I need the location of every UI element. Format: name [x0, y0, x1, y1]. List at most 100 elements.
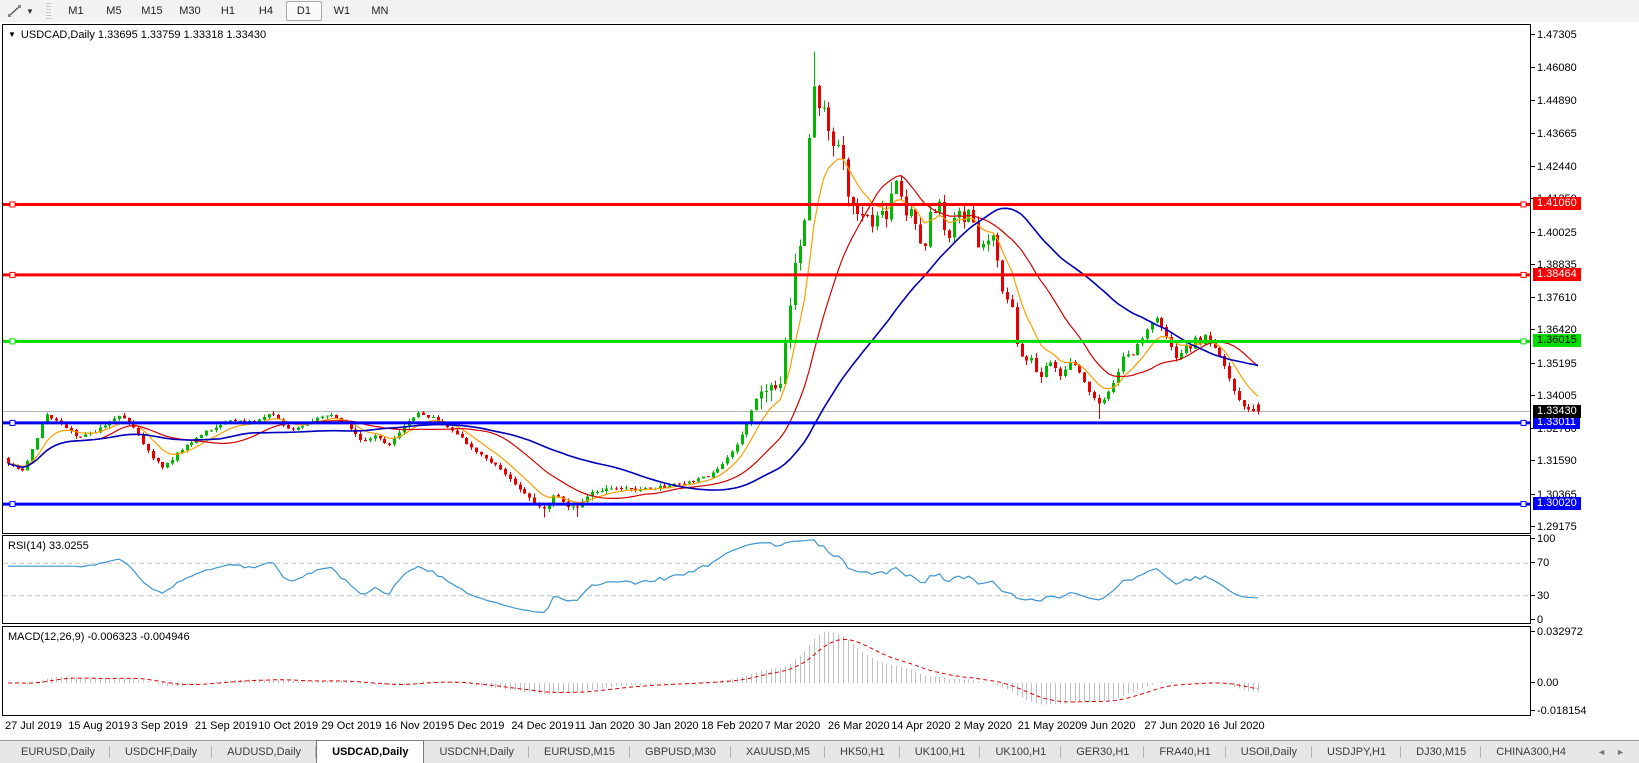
date-axis-label: 21 May 2020: [1018, 720, 1082, 732]
chart-tab-gbpusd-m30[interactable]: GBPUSD,M30: [630, 741, 731, 763]
main-panel: [3, 25, 1531, 534]
price-axis-tick: 1.47305: [1537, 29, 1577, 41]
timeframe-button-m30[interactable]: M30: [172, 1, 208, 21]
date-axis-label: 24 Dec 2019: [511, 720, 573, 732]
macd-axis-tick: 0.00: [1537, 677, 1558, 689]
timeframe-button-m15[interactable]: M15: [134, 1, 170, 21]
macd-axis-tick: 0.032972: [1537, 626, 1583, 638]
date-axis-label: 18 Feb 2020: [701, 720, 763, 732]
date-axis-label: 14 Apr 2020: [891, 720, 950, 732]
date-axis-label: 21 Sep 2019: [195, 720, 257, 732]
macd-indicator-label: MACD(12,26,9) -0.006323 -0.004946: [8, 631, 190, 643]
rsi-indicator-label: RSI(14) 33.0255: [8, 540, 89, 552]
timeframe-button-h4[interactable]: H4: [248, 1, 284, 21]
macd-axis-tick: -0.018154: [1537, 705, 1587, 717]
hline-handle: [1521, 502, 1526, 507]
hline-handle: [1521, 420, 1526, 425]
rsi-axis-tick: 70: [1537, 557, 1549, 569]
chart-tab-uk100-h1[interactable]: UK100,H1: [980, 741, 1061, 763]
date-axis-label: 16 Nov 2019: [385, 720, 447, 732]
rsi-axis-tick: 30: [1537, 590, 1549, 602]
line-tool-button[interactable]: ▼: [3, 2, 38, 20]
date-axis-label: 2 May 2020: [955, 720, 1012, 732]
chart-tab-bar: EURUSD,DailyUSDCHF,DailyAUDUSD,DailyUSDC…: [0, 740, 1639, 763]
chart-tab-eurusd-daily[interactable]: EURUSD,Daily: [6, 741, 110, 763]
date-axis-label: 26 Mar 2020: [828, 720, 890, 732]
chart-tab-hk50-h1[interactable]: HK50,H1: [825, 741, 900, 763]
timeframe-button-h1[interactable]: H1: [210, 1, 246, 21]
date-axis-label: 11 Jan 2020: [575, 720, 635, 732]
date-axis-label: 15 Aug 2019: [68, 720, 130, 732]
chart-tab-china300-h4[interactable]: CHINA300,H4: [1481, 741, 1581, 763]
price-axis-tick: 1.46080: [1537, 62, 1577, 74]
hline-handle: [10, 339, 15, 344]
hline-price-label: 1.36015: [1533, 334, 1581, 347]
chart-tab-usdcad-daily[interactable]: USDCAD,Daily: [316, 740, 424, 763]
chart-tab-uk100-h1[interactable]: UK100,H1: [900, 741, 981, 763]
price-axis-tick: 1.31590: [1537, 455, 1577, 467]
hline-handle: [10, 272, 15, 277]
chart-window: ▼ USDCAD,Daily 1.33695 1.33759 1.33318 1.…: [0, 22, 1639, 740]
hline-handle: [1521, 202, 1526, 207]
date-axis-label: 29 Oct 2019: [322, 720, 382, 732]
date-axis-label: 27 Jul 2019: [5, 720, 62, 732]
chart-tab-ger30-h1[interactable]: GER30,H1: [1061, 741, 1144, 763]
hline-handle: [10, 202, 15, 207]
hline-handle: [10, 502, 15, 507]
date-axis-label: 3 Sep 2019: [132, 720, 188, 732]
date-axis-label: 30 Jan 2020: [638, 720, 699, 732]
tab-scroll-left-icon[interactable]: ◄: [1597, 747, 1606, 757]
chart-tabs: EURUSD,DailyUSDCHF,DailyAUDUSD,DailyUSDC…: [6, 741, 1581, 763]
date-axis-label: 27 Jun 2020: [1144, 720, 1205, 732]
price-axis-tick: 1.29175: [1537, 521, 1577, 533]
chart-title-text: USDCAD,Daily 1.33695 1.33759 1.33318 1.3…: [21, 29, 266, 41]
chart-tab-usdjpy-h1[interactable]: USDJPY,H1: [1312, 741, 1401, 763]
timeframe-button-m1[interactable]: M1: [58, 1, 94, 21]
collapse-arrow-icon[interactable]: ▼: [8, 30, 16, 39]
timeframe-button-d1[interactable]: D1: [286, 1, 322, 21]
diagonal-line-icon: [7, 4, 23, 18]
chart-tab-audusd-daily[interactable]: AUDUSD,Daily: [212, 741, 316, 763]
timeframe-button-m5[interactable]: M5: [96, 1, 132, 21]
date-axis-label: 10 Oct 2019: [258, 720, 318, 732]
chart-canvas[interactable]: [0, 22, 1639, 740]
current-price-label: 1.33430: [1533, 405, 1581, 418]
date-axis-label: 9 Jun 2020: [1081, 720, 1135, 732]
tab-scroll-controls: ◄ ►: [1587, 741, 1639, 763]
hline-price-label: 1.38464: [1533, 268, 1581, 281]
chart-tab-usdcnh-daily[interactable]: USDCNH,Daily: [424, 741, 529, 763]
price-axis-tick: 1.34005: [1537, 390, 1577, 402]
rsi-axis-tick: 100: [1537, 533, 1555, 545]
chart-tab-dj30-m15[interactable]: DJ30,M15: [1401, 741, 1481, 763]
hline-handle: [1521, 272, 1526, 277]
timeframe-button-w1[interactable]: W1: [324, 1, 360, 21]
dropdown-caret-icon[interactable]: ▼: [26, 7, 34, 16]
price-axis-tick: 1.35195: [1537, 358, 1577, 370]
timeframe-buttons: M1M5M15M30H1H4D1W1MN: [57, 1, 399, 21]
date-axis-label: 7 Mar 2020: [765, 720, 821, 732]
tab-scroll-right-icon[interactable]: ►: [1616, 747, 1625, 757]
price-axis-tick: 1.37610: [1537, 292, 1577, 304]
chart-tab-usdchf-daily[interactable]: USDCHF,Daily: [110, 741, 212, 763]
price-axis-tick: 1.44890: [1537, 95, 1577, 107]
date-axis-label: 5 Dec 2019: [448, 720, 504, 732]
toolbar-grip-handle[interactable]: [46, 3, 51, 19]
price-axis-tick: 1.43665: [1537, 128, 1577, 140]
price-axis-tick: 1.40025: [1537, 227, 1577, 239]
chart-ohlc-title: ▼ USDCAD,Daily 1.33695 1.33759 1.33318 1.…: [8, 29, 266, 41]
mt4-window: ▼ M1M5M15M30H1H4D1W1MN ▼ USDCAD,Daily 1.3…: [0, 0, 1639, 763]
hline-handle: [1521, 339, 1526, 344]
rsi-panel: [3, 536, 1531, 624]
hline-handle: [10, 420, 15, 425]
timeframe-button-mn[interactable]: MN: [362, 1, 398, 21]
hline-price-label: 1.30020: [1533, 497, 1581, 510]
date-axis-label: 16 Jul 2020: [1208, 720, 1265, 732]
price-axis-tick: 1.42440: [1537, 161, 1577, 173]
chart-tab-xauusd-m5[interactable]: XAUUSD,M5: [731, 741, 825, 763]
rsi-axis-tick: 0: [1537, 614, 1543, 626]
hline-price-label: 1.41060: [1533, 197, 1581, 210]
chart-tab-usoil-daily[interactable]: USOil,Daily: [1226, 741, 1312, 763]
chart-tab-eurusd-m15[interactable]: EURUSD,M15: [529, 741, 630, 763]
chart-tab-fra40-h1[interactable]: FRA40,H1: [1144, 741, 1225, 763]
hline-price-label: 1.33011: [1533, 416, 1580, 429]
